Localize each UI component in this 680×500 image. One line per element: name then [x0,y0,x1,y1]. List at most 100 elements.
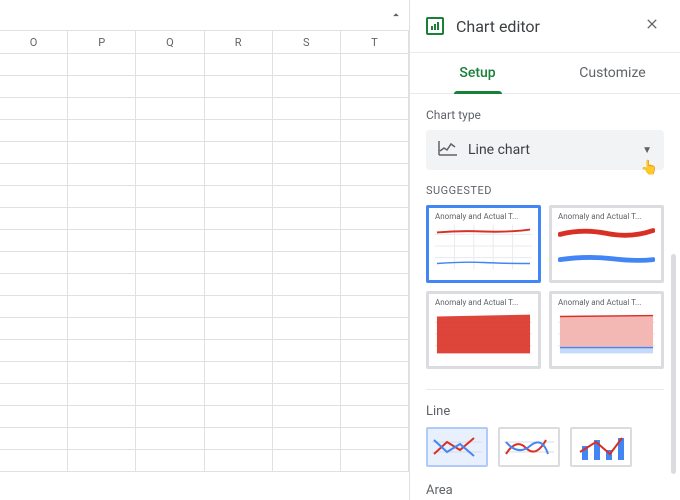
thumb-combo[interactable] [570,427,632,467]
cell[interactable] [68,142,136,163]
cell[interactable] [136,120,204,141]
scrollbar[interactable] [671,254,676,474]
cell[interactable] [68,340,136,361]
column-header[interactable]: P [68,31,136,53]
cell[interactable] [205,76,273,97]
row[interactable] [0,340,409,362]
cell[interactable] [341,208,409,229]
row[interactable] [0,98,409,120]
cell[interactable] [0,340,68,361]
cell[interactable] [136,406,204,427]
cell[interactable] [273,98,341,119]
cell[interactable] [136,384,204,405]
cell[interactable] [273,450,341,471]
row[interactable] [0,406,409,428]
cell[interactable] [68,384,136,405]
row[interactable] [0,76,409,98]
cell[interactable] [341,98,409,119]
cell[interactable] [205,164,273,185]
row[interactable] [0,142,409,164]
cell[interactable] [273,208,341,229]
cell[interactable] [0,450,68,471]
column-header[interactable]: O [0,31,68,53]
spreadsheet-grid[interactable]: O P Q R S T [0,0,410,500]
cell[interactable] [136,76,204,97]
tab-setup[interactable]: Setup [410,53,545,93]
cell[interactable] [136,230,204,251]
cell[interactable] [205,230,273,251]
suggested-chart-area[interactable]: Anomaly and Actual T... [426,291,541,369]
cell[interactable] [68,98,136,119]
cell[interactable] [0,384,68,405]
row[interactable] [0,252,409,274]
row[interactable] [0,274,409,296]
cell[interactable] [0,186,68,207]
column-header[interactable]: S [273,31,341,53]
row[interactable] [0,186,409,208]
cell[interactable] [136,208,204,229]
cell[interactable] [273,318,341,339]
cell[interactable] [341,142,409,163]
cell[interactable] [0,274,68,295]
cell[interactable] [136,296,204,317]
row[interactable] [0,384,409,406]
cell[interactable] [205,274,273,295]
cell[interactable] [68,120,136,141]
suggested-chart-line[interactable]: Anomaly and Actual T... [426,205,541,283]
cell[interactable] [68,186,136,207]
row[interactable] [0,428,409,450]
cell[interactable] [136,98,204,119]
cell[interactable] [205,186,273,207]
cell[interactable] [136,362,204,383]
cell[interactable] [341,384,409,405]
cell[interactable] [68,450,136,471]
cell[interactable] [273,340,341,361]
cell[interactable] [341,120,409,141]
cell[interactable] [273,76,341,97]
cell[interactable] [136,164,204,185]
row[interactable] [0,362,409,384]
cell[interactable] [273,230,341,251]
tab-customize[interactable]: Customize [545,53,680,93]
cell[interactable] [341,164,409,185]
cell[interactable] [136,142,204,163]
cell[interactable] [341,274,409,295]
cell[interactable] [341,76,409,97]
suggested-chart-stacked-area[interactable]: Anomaly and Actual T... [549,291,664,369]
cell[interactable] [205,120,273,141]
cell[interactable] [205,252,273,273]
cell[interactable] [273,384,341,405]
cell[interactable] [273,120,341,141]
column-header[interactable]: Q [136,31,204,53]
cell[interactable] [273,274,341,295]
row[interactable] [0,208,409,230]
cell[interactable] [205,362,273,383]
cell[interactable] [0,230,68,251]
row[interactable] [0,296,409,318]
column-header[interactable]: R [205,31,273,53]
collapse-panel-icon[interactable] [389,8,403,26]
cell[interactable] [68,76,136,97]
cell[interactable] [68,208,136,229]
row[interactable] [0,450,409,472]
row[interactable] [0,230,409,252]
cell[interactable] [273,362,341,383]
cell[interactable] [68,54,136,75]
cell[interactable] [341,54,409,75]
close-icon[interactable] [640,12,664,40]
cell[interactable] [136,274,204,295]
cell[interactable] [341,296,409,317]
cell[interactable] [341,230,409,251]
cell[interactable] [341,252,409,273]
cell[interactable] [0,318,68,339]
cell[interactable] [273,186,341,207]
cell[interactable] [341,450,409,471]
cell[interactable] [136,450,204,471]
thumb-line-smooth[interactable] [498,427,560,467]
cell[interactable] [0,252,68,273]
cell[interactable] [273,164,341,185]
cell[interactable] [0,98,68,119]
cell[interactable] [273,142,341,163]
cell[interactable] [0,120,68,141]
row[interactable] [0,54,409,76]
